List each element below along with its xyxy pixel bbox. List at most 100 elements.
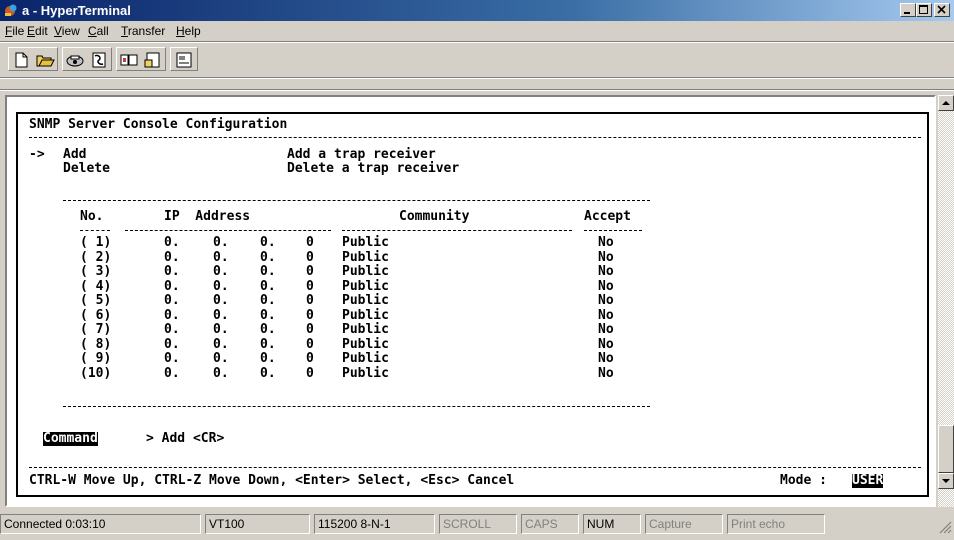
ip-octet: 0. (260, 336, 276, 352)
ip-octet: 0. (213, 278, 229, 294)
ip-octet: 0. (164, 264, 180, 279)
arrow-up-icon (942, 101, 950, 105)
row-number[interactable]: ( 3) (80, 265, 111, 279)
row-number[interactable]: (10) (80, 366, 111, 381)
menu-transfer-mnemonic: T (121, 24, 128, 38)
menu-edit[interactable]: Edit (27, 24, 48, 38)
toolbar-group-file (8, 47, 58, 71)
title-divider (29, 137, 921, 138)
ip-octet: 0 (306, 235, 314, 250)
ip-octet: 0. (260, 249, 276, 265)
menu-view-label: iew (61, 24, 80, 38)
ip-octet: 0. (213, 249, 229, 265)
row-number[interactable]: ( 7) (80, 323, 111, 337)
row-community: Public (342, 235, 389, 250)
properties-button[interactable] (173, 50, 195, 70)
open-button[interactable] (34, 50, 56, 70)
mode-value: USER (852, 473, 884, 488)
row-number[interactable]: ( 8) (80, 337, 111, 352)
open-icon (36, 55, 55, 67)
outer-border-bottom (16, 495, 929, 497)
row-community: Public (342, 293, 389, 308)
menu-call[interactable]: Call (88, 24, 109, 38)
receive-button[interactable] (142, 50, 164, 70)
new-button[interactable] (10, 50, 32, 70)
scroll-thumb[interactable] (938, 425, 954, 473)
menu-add[interactable]: Add (63, 148, 86, 162)
menu-help[interactable]: Help (176, 24, 201, 38)
menu-file[interactable]: File (5, 24, 24, 38)
maximize-icon (919, 5, 928, 14)
close-button[interactable] (934, 3, 950, 17)
col-header-accept: Accept (584, 209, 631, 224)
menu-edit-label: dit (35, 24, 48, 38)
menu-add-desc: Add a trap receiver (287, 147, 436, 162)
row-number[interactable]: ( 4) (80, 279, 111, 294)
toolbar-group-call (62, 47, 112, 71)
properties-icon (176, 52, 192, 68)
table-bottom-border (63, 406, 650, 407)
status-emulation: VT100 (205, 514, 310, 534)
ip-octet: 0 (306, 351, 314, 366)
menu-transfer-label: ransfer (127, 24, 166, 38)
col-header-no: No. (80, 209, 104, 224)
row-accept: No (598, 336, 614, 352)
row-number[interactable]: ( 9) (80, 352, 111, 366)
disconnect-button[interactable] (88, 50, 110, 70)
menu-view[interactable]: View (54, 24, 80, 38)
row-number[interactable]: ( 6) (80, 308, 111, 323)
row-accept: No (598, 307, 614, 323)
ip-octet: 0 (306, 249, 314, 265)
ip-octet: 0. (260, 278, 276, 294)
ip-octet: 0. (213, 293, 229, 308)
resize-grip-icon[interactable] (938, 520, 952, 534)
help-divider (29, 467, 921, 468)
ip-octet: 0. (260, 351, 276, 366)
send-button[interactable] (118, 50, 140, 70)
receive-icon (144, 52, 160, 68)
status-connection: Connected 0:03:10 (0, 514, 201, 534)
scroll-up-button[interactable] (938, 95, 954, 111)
ip-octet: 0. (213, 322, 229, 337)
status-caps: CAPS (521, 514, 579, 534)
ip-octet: 0. (260, 307, 276, 323)
title-bar[interactable]: a - HyperTerminal (0, 0, 954, 21)
ip-octet: 0 (306, 307, 314, 323)
menu-call-mnemonic: C (88, 24, 97, 38)
row-number[interactable]: ( 1) (80, 236, 111, 250)
status-num: NUM (583, 514, 641, 534)
table-top-border (63, 200, 650, 201)
row-community: Public (342, 351, 389, 366)
toolbar (0, 43, 954, 73)
menu-help-mnemonic: H (176, 24, 185, 38)
ip-octet: 0 (306, 336, 314, 352)
ip-octet: 0 (306, 322, 314, 337)
col-underline-community (342, 230, 572, 231)
col-header-ip: IP Address (164, 209, 251, 224)
ip-octet: 0. (260, 235, 276, 250)
outer-border-left (16, 112, 18, 495)
connect-button[interactable] (64, 50, 86, 70)
menu-delete-desc: Delete a trap receiver (287, 161, 460, 176)
ip-octet: 0 (306, 293, 314, 308)
row-community: Public (342, 365, 389, 381)
status-print-echo: Print echo (727, 514, 825, 534)
col-underline-ip (125, 230, 331, 231)
menu-transfer[interactable]: Transfer (121, 24, 165, 38)
minimize-button[interactable] (900, 3, 916, 17)
ip-octet: 0. (213, 264, 229, 279)
status-bar: Connected 0:03:10 VT100 115200 8-N-1 SCR… (0, 514, 954, 536)
ip-octet: 0. (213, 235, 229, 250)
row-number[interactable]: ( 5) (80, 294, 111, 308)
vertical-scrollbar[interactable] (938, 95, 954, 507)
maximize-button[interactable] (916, 3, 932, 17)
hyperterminal-app-icon[interactable] (3, 2, 19, 18)
command-input[interactable]: > Add <CR> (146, 432, 224, 446)
ip-octet: 0. (164, 235, 180, 250)
scroll-down-button[interactable] (938, 473, 954, 489)
col-header-community: Community (399, 209, 470, 224)
outer-border-top (16, 112, 929, 114)
menu-delete[interactable]: Delete (63, 162, 110, 176)
row-number[interactable]: ( 2) (80, 250, 111, 265)
menu-help-label: elp (184, 24, 201, 38)
